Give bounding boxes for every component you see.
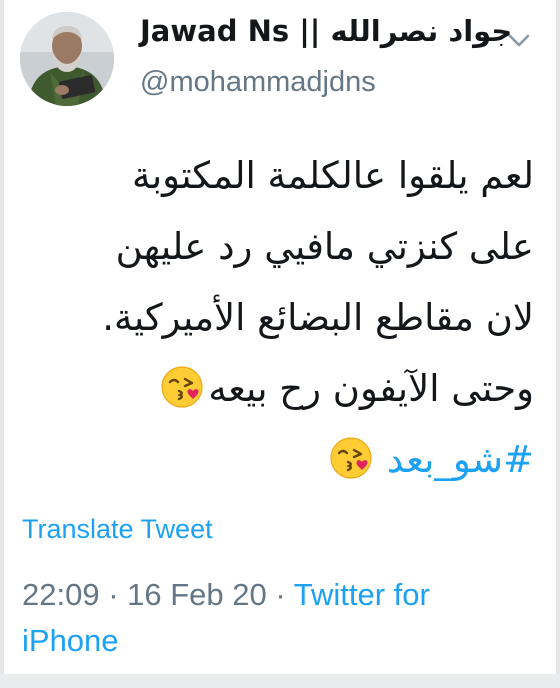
tweet-text: لعم يلقوا عالكلمة المكتوبة على كنزتي ماف… — [34, 140, 534, 495]
translate-tweet-link[interactable]: Translate Tweet — [22, 514, 213, 545]
hashtag-link[interactable]: #شو_بعد — [387, 438, 534, 481]
tweet-line-hashtag: #شو_بعد — [34, 424, 534, 495]
kiss-face-emoji-icon — [330, 436, 372, 479]
tweet-line: لعم يلقوا عالكلمة المكتوبة — [131, 154, 534, 197]
meta-separator: · — [99, 577, 128, 612]
right-edge — [556, 0, 560, 688]
tweet-meta: 22:09 · 16 Feb 20 · Twitter for iPhone — [22, 572, 522, 664]
tweet-line-with-emoji: وحتى الآيفون رح بيعه — [34, 353, 534, 424]
meta-separator: · — [266, 577, 294, 612]
tweet-line: لان مقاطع البضائع الأميركية. — [102, 296, 534, 339]
left-edge — [0, 0, 4, 688]
avatar[interactable] — [20, 12, 114, 106]
tweet-line: على كنزتي مافيي رد عليهن — [115, 225, 534, 268]
tweet-line-text: وحتى الآيفون رح بيعه — [208, 367, 534, 410]
user-handle[interactable]: @mohammadjdns — [140, 66, 376, 99]
tweet-date[interactable]: 16 Feb 20 — [127, 577, 267, 612]
tweet-time[interactable]: 22:09 — [22, 577, 100, 612]
kiss-face-emoji-icon — [161, 365, 203, 408]
bottom-divider — [0, 674, 560, 688]
chevron-down-icon[interactable] — [508, 34, 530, 48]
display-name[interactable]: Jawad Ns || جواد نصرالله — [140, 14, 512, 48]
